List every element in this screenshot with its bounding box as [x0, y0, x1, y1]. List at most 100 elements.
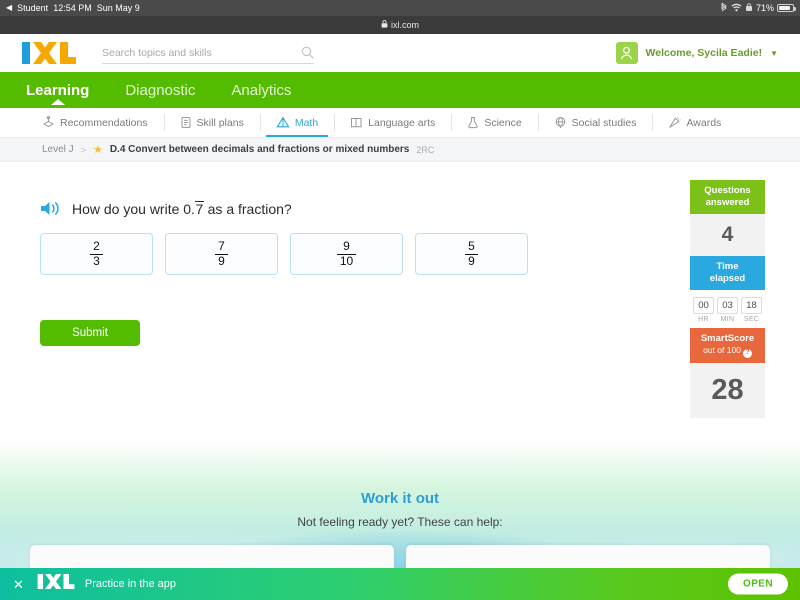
timer-hours-value: 00 [693, 296, 714, 314]
answer-choice[interactable]: 2 3 [40, 233, 153, 275]
back-to-app-arrow-icon[interactable]: ◀ [6, 4, 12, 12]
status-bar-left: ◀ Student 12:54 PM Sun May 9 [6, 3, 140, 13]
secure-lock-icon [381, 20, 388, 30]
math-icon [276, 116, 290, 129]
smartscore-header: SmartScore out of 100? [690, 327, 765, 364]
answer-choice[interactable]: 7 9 [165, 233, 278, 275]
fraction: 9 10 [336, 238, 357, 269]
numerator: 7 [218, 238, 225, 253]
breadcrumb: Level J > ★ D.4 Convert between decimals… [0, 138, 800, 162]
search-icon[interactable] [301, 46, 314, 59]
ixl-logo[interactable] [22, 42, 76, 64]
tab-social-studies[interactable]: Social studies [537, 108, 653, 137]
numerator: 9 [343, 238, 350, 253]
time-elapsed-title-line1: Time [716, 260, 739, 272]
user-menu[interactable]: Welcome, Sycila Eadie! ▼ [615, 42, 778, 64]
battery-percent-label: 71% [755, 3, 774, 13]
app-banner-label: Practice in the app [84, 578, 177, 590]
questions-answered-title-line2: answered [705, 196, 750, 208]
fraction: 5 9 [465, 239, 478, 269]
url-text: ixl.com [390, 20, 419, 30]
fraction: 7 9 [215, 238, 228, 269]
question-text: How do you write 0.7 as a fraction? [72, 200, 292, 217]
time-elapsed-header: Time elapsed [690, 255, 765, 290]
numerator: 2 [93, 238, 100, 253]
subject-tabs: Recommendations Skill plans Math Languag… [0, 108, 800, 138]
language-arts-icon [350, 116, 363, 129]
timer-seconds: 18 SEC [741, 296, 762, 323]
tab-math[interactable]: Math [259, 108, 334, 137]
work-it-out-section: Work it out Not feeling ready yet? These… [0, 440, 800, 570]
screen-root: ◀ Student 12:54 PM Sun May 9 71% ixl.com… [0, 0, 800, 600]
fraction: 2 3 [90, 238, 103, 269]
awards-icon [668, 116, 682, 129]
timer-hours-label: HR [698, 315, 709, 323]
denominator: 9 [215, 253, 228, 269]
tab-label: Language arts [368, 116, 436, 129]
tab-awards[interactable]: Awards [652, 108, 737, 137]
practice-area: How do you write 0.7 as a fraction? 2 3 … [0, 162, 800, 472]
recommendations-icon [42, 116, 55, 129]
ios-status-bar: ◀ Student 12:54 PM Sun May 9 71% [0, 0, 800, 16]
ixl-logo-small [37, 574, 75, 594]
tab-science[interactable]: Science [451, 108, 537, 137]
timer-seconds-value: 18 [741, 296, 762, 314]
answer-choice[interactable]: 9 10 [290, 233, 403, 275]
answer-choice[interactable]: 5 9 [415, 233, 528, 275]
help-card[interactable] [30, 545, 394, 570]
denominator: 3 [90, 253, 103, 269]
close-icon[interactable]: ✕ [10, 578, 27, 591]
score-panel: Questions answered 4 Time elapsed 00 HR … [690, 180, 765, 419]
question-prefix: How do you write 0. [72, 200, 195, 217]
primary-nav: Learning Diagnostic Analytics [0, 72, 800, 108]
repeating-digit: 7 [194, 200, 204, 217]
questions-answered-title-line1: Questions [704, 185, 751, 196]
help-icon[interactable]: ? [742, 349, 752, 359]
bluetooth-icon [720, 2, 728, 14]
work-it-out-subtitle: Not feeling ready yet? These can help: [297, 515, 503, 529]
work-it-out-title: Work it out [360, 490, 440, 507]
tab-label: Skill plans [196, 116, 244, 129]
search-bar[interactable] [102, 42, 314, 64]
star-icon[interactable]: ★ [93, 143, 103, 156]
speaker-icon[interactable] [40, 200, 61, 217]
question-row: How do you write 0.7 as a fraction? [0, 162, 800, 217]
time-elapsed-title-line2: elapsed [709, 272, 746, 284]
browser-url-bar[interactable]: ixl.com [0, 16, 800, 34]
skill-title: D.4 Convert between decimals and fractio… [109, 144, 410, 155]
breadcrumb-separator: > [80, 144, 86, 155]
social-studies-icon [554, 116, 567, 129]
tab-label: Math [294, 116, 319, 129]
denominator: 9 [465, 253, 478, 269]
user-avatar-icon [615, 42, 638, 64]
user-greeting: Welcome, Sycila Eadie! [645, 47, 763, 59]
search-input[interactable] [102, 46, 301, 59]
wifi-icon [731, 3, 742, 14]
nav-item-analytics[interactable]: Analytics [227, 82, 295, 99]
battery-icon [777, 4, 796, 12]
nav-item-diagnostic[interactable]: Diagnostic [121, 82, 199, 99]
status-bar-app-label: Student [17, 3, 49, 13]
chevron-down-icon[interactable]: ▼ [770, 49, 778, 58]
answer-choices: 2 3 7 9 9 10 5 9 [0, 217, 800, 275]
smartscore-subtitle: out of 100 [703, 345, 741, 356]
tab-label: Social studies [571, 116, 637, 129]
help-card[interactable] [406, 545, 770, 570]
site-header: Welcome, Sycila Eadie! ▼ [0, 34, 800, 72]
denominator: 10 [336, 253, 357, 269]
submit-button[interactable]: Submit [40, 320, 140, 346]
questions-answered-value: 4 [690, 213, 765, 256]
tab-label: Science [484, 116, 522, 129]
timer-minutes-label: MIN [720, 315, 735, 323]
timer-hours: 00 HR [693, 296, 714, 323]
status-bar-right: 71% [720, 0, 796, 16]
tab-recommendations[interactable]: Recommendations [26, 108, 164, 137]
app-promo-banner: ✕ Practice in the app OPEN [0, 568, 800, 600]
breadcrumb-level[interactable]: Level J [42, 144, 74, 155]
status-bar-time: 12:54 PM [53, 3, 92, 13]
tab-label: Awards [686, 116, 722, 129]
nav-item-learning[interactable]: Learning [22, 82, 93, 99]
tab-skill-plans[interactable]: Skill plans [163, 108, 260, 137]
tab-language-arts[interactable]: Language arts [334, 108, 451, 137]
open-app-button[interactable]: OPEN [728, 573, 788, 595]
